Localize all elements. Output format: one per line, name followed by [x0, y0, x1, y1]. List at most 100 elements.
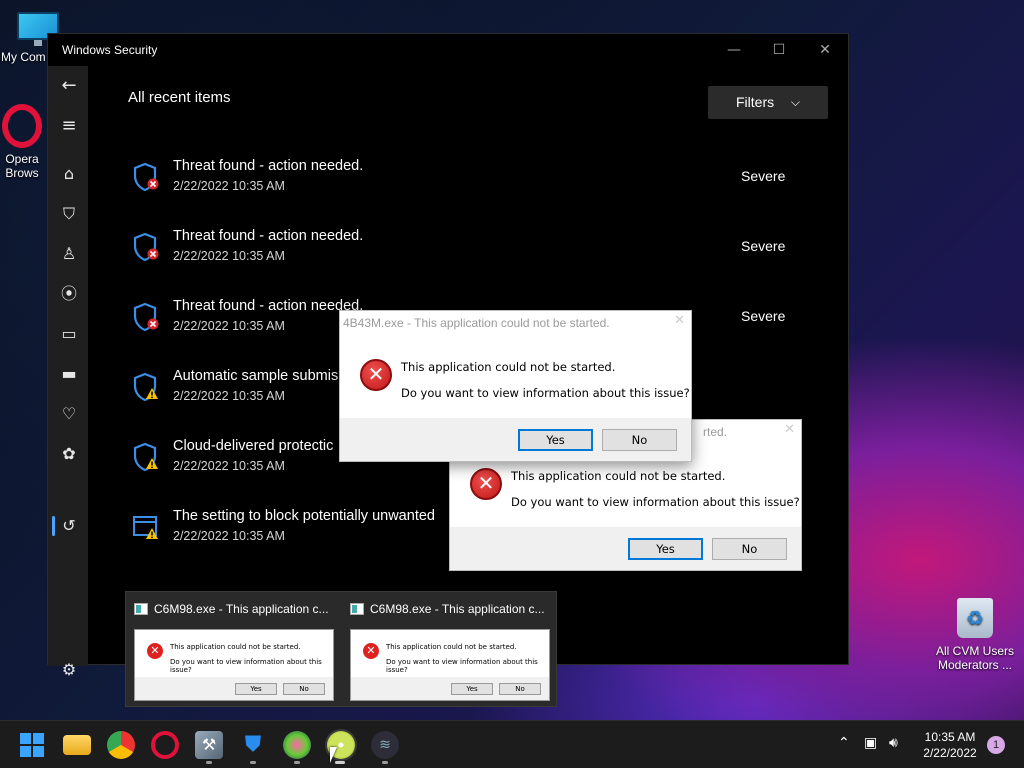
filters-label: Filters — [736, 94, 775, 110]
notification-badge[interactable]: 1 — [987, 736, 1005, 754]
item-date: 2/22/2022 10:35 AM — [173, 389, 285, 403]
close-button[interactable]: ✕ — [805, 38, 845, 62]
preview-no-button: No — [499, 683, 541, 695]
shield-threat-icon — [133, 232, 159, 262]
chrome-icon[interactable] — [107, 731, 135, 759]
preview-no-button: No — [283, 683, 325, 695]
dialog-question: Do you want to view information about th… — [511, 495, 800, 509]
item-date: 2/22/2022 10:35 AM — [173, 459, 285, 473]
preview-thumbnail: ✕ This application could not be started.… — [350, 629, 550, 701]
history-item[interactable]: Threat found - action needed. 2/22/2022 … — [132, 158, 792, 208]
minimize-button[interactable]: — — [714, 38, 754, 62]
window-preview[interactable]: C6M98.exe - This application c... ✕ This… — [126, 592, 342, 708]
item-title: The setting to block potentially unwante… — [173, 508, 435, 524]
desktop-icon-recycle-bin[interactable]: All CVM Users Moderators ... — [934, 598, 1016, 672]
desktop-icon-opera[interactable]: Opera Brows — [0, 104, 48, 180]
taskbar: ⚒ ⛊ ≋ ⌃ ▣ 🔊︎ 10:35 AM 2/22/2022 1 — [0, 720, 1024, 768]
title-bar[interactable]: Windows Security — ☐ ✕ — [48, 34, 848, 66]
hamburger-menu-icon[interactable]: ≡ — [56, 114, 82, 138]
sidebar: ← ≡ ⌂ ⛉ ♙ ⦿ ▭ ▬ ♡ ✿ ↺ ⚙ — [48, 66, 88, 679]
maximize-button[interactable]: ☐ — [759, 38, 799, 62]
desktop-icon-label: All CVM Users — [935, 644, 1014, 658]
windows-security-icon[interactable]: ⛊ — [239, 731, 267, 759]
desktop-icon-label-line2: Brows — [5, 166, 39, 180]
family-options-icon[interactable]: ✿ — [56, 442, 82, 466]
volume-icon[interactable]: 🔊︎ — [889, 735, 898, 751]
item-title: Threat found - action needed. — [173, 158, 364, 174]
account-person-icon[interactable]: ♙ — [56, 242, 82, 266]
app-window-icon — [350, 603, 364, 615]
item-severity: Severe — [741, 238, 786, 254]
item-title: Automatic sample submis — [173, 368, 339, 384]
shield-warning-icon — [133, 372, 158, 402]
running-indicator — [206, 761, 212, 764]
history-item[interactable]: Threat found - action needed. 2/22/2022 … — [132, 228, 792, 278]
dialog-close-icon[interactable]: ✕ — [674, 313, 685, 328]
clock-time: 10:35 AM — [924, 730, 976, 744]
item-date: 2/22/2022 10:35 AM — [173, 529, 285, 543]
item-severity: Severe — [741, 168, 786, 184]
dialog-question: Do you want to view information about th… — [401, 386, 690, 400]
preview-message: This application could not be started. — [386, 643, 517, 651]
shield-warning-icon — [133, 442, 158, 472]
opera-taskbar-icon[interactable] — [151, 731, 179, 759]
back-arrow-icon[interactable]: ← — [56, 74, 82, 98]
page-title: All recent items — [128, 89, 231, 106]
system-clock[interactable]: 10:35 AM 2/22/2022 — [916, 729, 984, 761]
shield-threat-icon — [133, 162, 159, 192]
home-icon[interactable]: ⌂ — [56, 162, 82, 186]
start-button[interactable] — [20, 733, 44, 757]
preview-yes-button: Yes — [235, 683, 277, 695]
running-indicator — [382, 761, 388, 764]
dialog-title: 4B43M.exe - This application could not b… — [340, 311, 691, 333]
music-app-icon[interactable]: ≋ — [371, 731, 399, 759]
app-warning-icon — [133, 516, 158, 539]
device-health-heart-icon[interactable]: ♡ — [56, 402, 82, 426]
app-browser-control-icon[interactable]: ▭ — [56, 322, 82, 346]
preview-yes-button: Yes — [451, 683, 493, 695]
item-severity: Severe — [741, 308, 786, 324]
clock-date: 2/22/2022 — [923, 746, 977, 760]
firewall-network-icon[interactable]: ⦿ — [56, 282, 82, 306]
running-indicator — [294, 761, 300, 764]
mouse-cursor-icon — [330, 747, 337, 763]
preview-question: Do you want to view information about th… — [170, 658, 322, 674]
no-button[interactable]: No — [602, 429, 677, 451]
no-button[interactable]: No — [712, 538, 787, 560]
protection-history-icon[interactable]: ↺ — [56, 514, 82, 538]
active-nav-indicator — [52, 516, 55, 536]
network-icon[interactable]: ▣ — [864, 735, 877, 751]
yes-button[interactable]: Yes — [628, 538, 703, 560]
window-title: Windows Security — [62, 43, 158, 57]
preview-thumbnail: ✕ This application could not be started.… — [134, 629, 334, 701]
opera-icon — [2, 104, 42, 148]
dialog-body: ✕ This application could not be started.… — [340, 333, 691, 418]
chevron-down-icon: ⌵ — [790, 95, 800, 109]
dialog-message: This application could not be started. — [401, 360, 616, 374]
error-icon: ✕ — [470, 468, 502, 500]
window-preview[interactable]: C6M98.exe - This application c... ✕ This… — [342, 592, 558, 708]
error-icon: ✕ — [360, 359, 392, 391]
dialog-message: This application could not be started. — [511, 469, 726, 483]
desktop-icon-label-line2: Moderators ... — [937, 658, 1013, 672]
device-security-laptop-icon[interactable]: ▬ — [56, 362, 82, 386]
virus-protection-shield-icon[interactable]: ⛉ — [56, 202, 82, 226]
item-title: Threat found - action needed. — [173, 298, 364, 314]
chevron-up-icon[interactable]: ⌃ — [838, 735, 850, 751]
error-dialog-front[interactable]: 4B43M.exe - This application could not b… — [339, 310, 692, 462]
preview-title: C6M98.exe - This application c... — [370, 602, 545, 616]
desktop-icon-label: Opera — [5, 152, 39, 166]
filters-button[interactable]: Filters ⌵ — [708, 86, 828, 119]
file-explorer-icon[interactable] — [63, 735, 91, 755]
error-icon: ✕ — [147, 643, 163, 659]
item-title: Cloud-delivered protectic — [173, 438, 334, 454]
taskbar-preview-popup: C6M98.exe - This application c... ✕ This… — [125, 591, 557, 707]
settings-gear-icon[interactable]: ⚙ — [56, 658, 82, 682]
installer-app-icon[interactable]: ⚒ — [195, 731, 223, 759]
colorful-app-icon[interactable] — [283, 731, 311, 759]
error-icon: ✕ — [363, 643, 379, 659]
yes-button[interactable]: Yes — [518, 429, 593, 451]
preview-question: Do you want to view information about th… — [386, 658, 538, 674]
shield-threat-icon — [133, 302, 159, 332]
dialog-close-icon[interactable]: ✕ — [784, 422, 795, 437]
